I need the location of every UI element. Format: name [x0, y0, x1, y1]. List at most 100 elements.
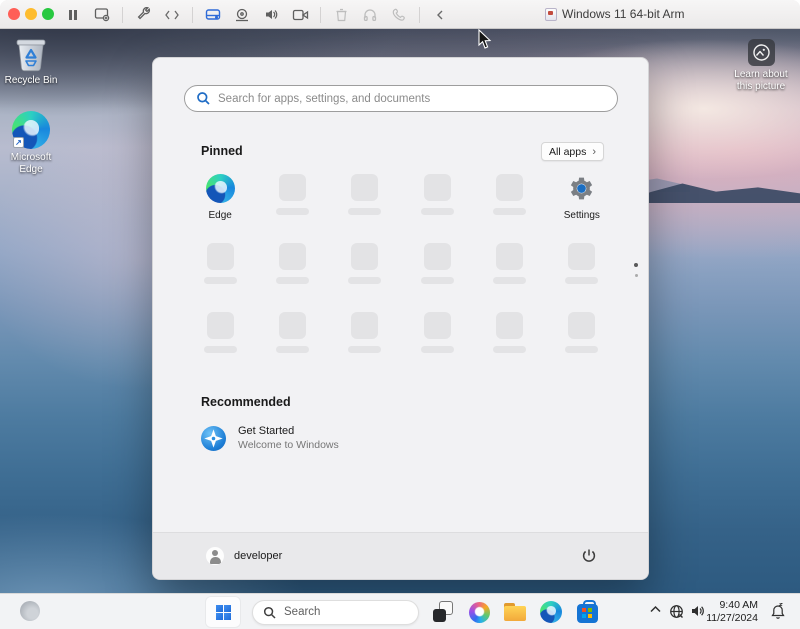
search-icon: [196, 91, 211, 106]
snapshot-icon[interactable]: [93, 6, 111, 24]
close-window-button[interactable]: [8, 8, 20, 20]
power-icon: [581, 548, 597, 564]
zoom-window-button[interactable]: [42, 8, 54, 20]
hard-disk-icon[interactable]: [204, 6, 222, 24]
tray-time: 9:40 AM: [706, 599, 758, 612]
pinned-page-dots[interactable]: [634, 263, 638, 277]
page-dot-active[interactable]: [634, 263, 638, 267]
code-console-icon[interactable]: [163, 6, 181, 24]
start-search-bar[interactable]: [184, 85, 618, 112]
desktop-icon-label: Microsoft Edge: [2, 152, 60, 176]
recommended-item-title: Get Started: [238, 425, 339, 437]
phone-icon: [390, 6, 408, 24]
chevron-right-icon: ›: [592, 147, 596, 157]
picture-info-icon: [748, 39, 775, 66]
windows-logo-icon: [216, 605, 231, 620]
sound-icon[interactable]: [262, 6, 280, 24]
start-menu-footer: developer: [153, 532, 648, 579]
file-explorer-button[interactable]: [503, 600, 527, 624]
desktop: Recycle Bin ↗ Microsoft Edge Learn about…: [0, 29, 800, 593]
edge-taskbar-button[interactable]: [539, 600, 563, 624]
pinned-app-placeholder: [401, 308, 473, 368]
all-apps-label: All apps: [549, 146, 586, 158]
taskbar-search-label: Search: [284, 606, 320, 618]
toolbar-separator: [320, 7, 321, 23]
pinned-app-edge[interactable]: Edge: [184, 170, 256, 230]
pinned-app-label: Settings: [564, 210, 600, 221]
pinned-app-placeholder: [473, 308, 545, 368]
trash-device-icon: [332, 6, 350, 24]
store-icon: [577, 604, 598, 623]
pinned-app-placeholder: [256, 239, 328, 299]
pinned-app-label: Edge: [208, 210, 231, 221]
settings-gear-icon: [567, 174, 596, 203]
volume-icon[interactable]: [690, 604, 706, 618]
tray-date: 11/27/2024: [706, 612, 758, 625]
edge-icon: [540, 601, 562, 623]
desktop-icon-learn-about-picture[interactable]: Learn about this picture: [731, 39, 791, 93]
all-apps-button[interactable]: All apps ›: [541, 142, 604, 161]
power-button[interactable]: [578, 545, 600, 567]
taskbar: Search: [0, 593, 800, 629]
pinned-app-placeholder: [546, 308, 618, 368]
page-dot[interactable]: [635, 274, 638, 277]
pinned-grid: Edge Settings: [184, 170, 618, 368]
network-globe-icon[interactable]: [669, 604, 684, 619]
camera-icon[interactable]: [291, 6, 309, 24]
tray-overflow-chevron-icon[interactable]: [649, 605, 662, 614]
search-icon: [263, 606, 276, 619]
toolbar-separator: [122, 7, 123, 23]
vm-file-icon: [545, 8, 557, 21]
pause-vm-icon[interactable]: [64, 6, 82, 24]
notifications-bell-icon[interactable]: [770, 603, 786, 620]
get-started-icon: [201, 426, 226, 451]
task-view-button[interactable]: [431, 600, 455, 624]
pinned-app-placeholder: [184, 239, 256, 299]
toolbar-separator: [419, 7, 420, 23]
desktop-icon-microsoft-edge[interactable]: ↗ Microsoft Edge: [0, 111, 62, 176]
shortcut-arrow-icon: ↗: [13, 137, 24, 148]
collapse-toolbar-icon[interactable]: [431, 6, 449, 24]
start-search-input[interactable]: [218, 93, 617, 105]
user-avatar[interactable]: [206, 547, 224, 565]
vm-title: Windows 11 64-bit Arm: [545, 7, 685, 21]
desktop-icon-label: Learn about this picture: [733, 69, 789, 93]
start-menu: Pinned All apps › Edge: [152, 57, 649, 580]
folder-icon: [504, 603, 526, 621]
desktop-icon-recycle-bin[interactable]: Recycle Bin: [0, 36, 62, 87]
mouse-cursor: [477, 29, 492, 50]
copilot-button[interactable]: [467, 600, 491, 624]
pinned-app-placeholder: [473, 239, 545, 299]
desktop-icon-label: Recycle Bin: [5, 75, 58, 87]
headphones-icon: [361, 6, 379, 24]
recommended-item-get-started[interactable]: Get Started Welcome to Windows: [201, 425, 421, 451]
recycle-bin-icon: [14, 36, 48, 72]
pinned-app-placeholder: [329, 239, 401, 299]
widgets-button[interactable]: [20, 601, 40, 621]
pinned-app-placeholder: [329, 308, 401, 368]
pinned-heading: Pinned: [201, 144, 243, 158]
taskbar-search-box[interactable]: Search: [252, 600, 419, 625]
vm-title-text: Windows 11 64-bit Arm: [562, 7, 685, 21]
tray-clock[interactable]: 9:40 AM 11/27/2024: [706, 599, 758, 625]
recommended-heading: Recommended: [201, 395, 291, 409]
pinned-app-placeholder: [256, 170, 328, 230]
vm-titlebar: Windows 11 64-bit Arm: [0, 0, 800, 29]
pinned-app-placeholder: [473, 170, 545, 230]
pinned-app-settings[interactable]: Settings: [546, 170, 618, 230]
pinned-app-placeholder: [401, 170, 473, 230]
recommended-item-subtitle: Welcome to Windows: [238, 439, 339, 451]
pinned-app-placeholder: [401, 239, 473, 299]
start-button[interactable]: [206, 597, 240, 627]
user-name[interactable]: developer: [234, 550, 282, 562]
microsoft-store-button[interactable]: [575, 600, 599, 624]
pinned-app-placeholder: [184, 308, 256, 368]
minimize-window-button[interactable]: [25, 8, 37, 20]
cd-drive-icon[interactable]: [233, 6, 251, 24]
toolbar-separator: [192, 7, 193, 23]
pinned-app-placeholder: [329, 170, 401, 230]
pinned-app-placeholder: [546, 239, 618, 299]
vm-window: Windows 11 64-bit Arm Recycle Bin: [0, 0, 800, 629]
wrench-settings-icon[interactable]: [134, 6, 152, 24]
pinned-app-placeholder: [256, 308, 328, 368]
